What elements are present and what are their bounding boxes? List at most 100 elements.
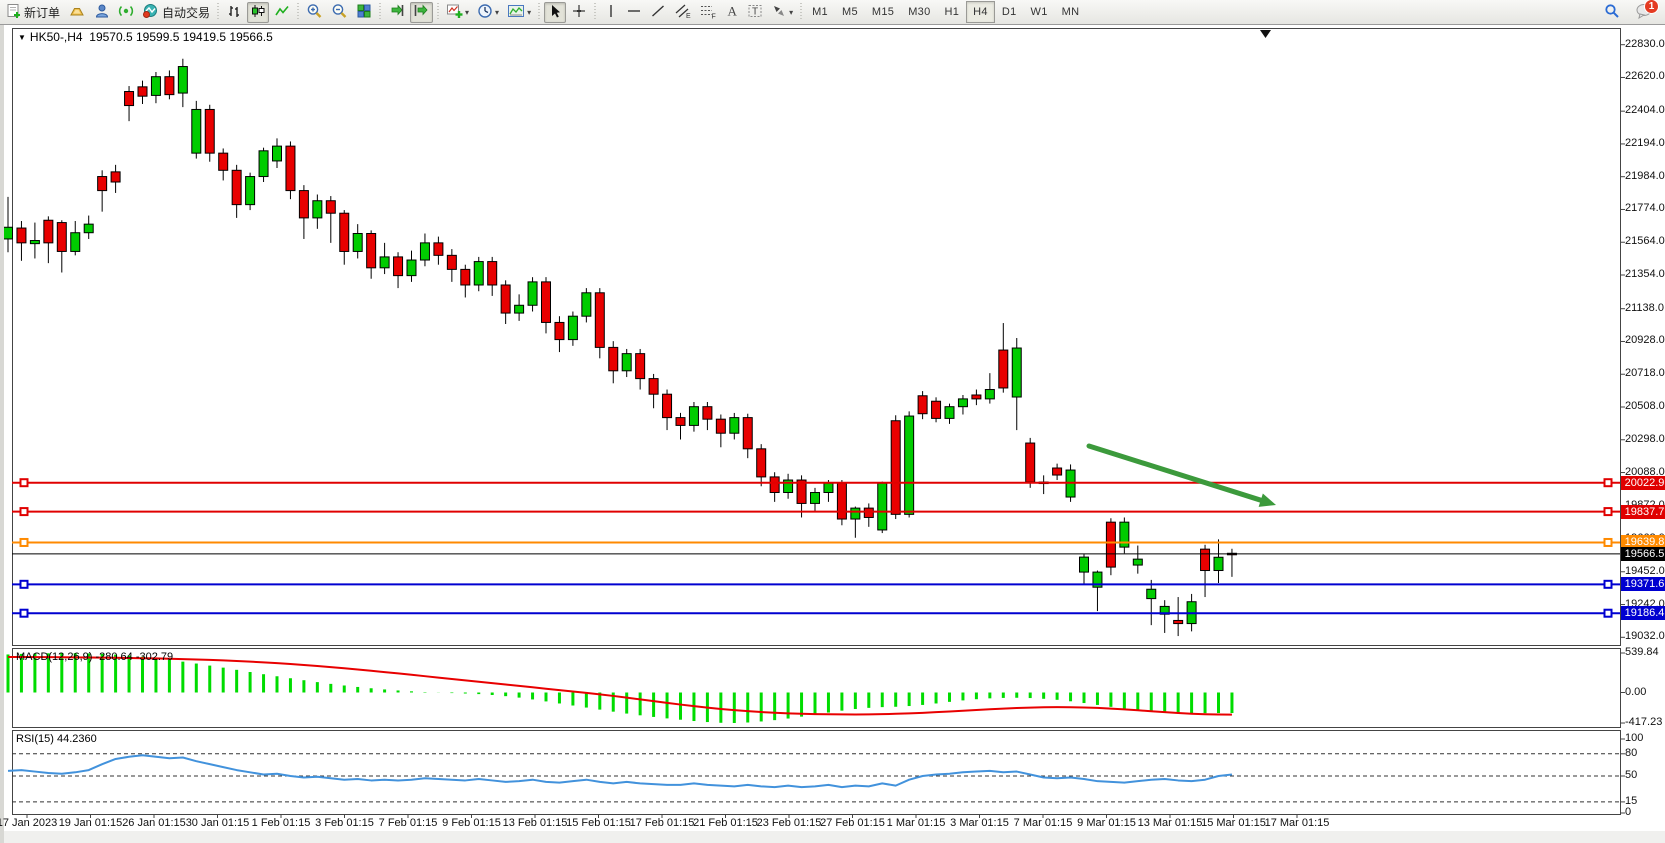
fibonacci-button[interactable]: F bbox=[696, 2, 719, 23]
candle-body bbox=[945, 407, 954, 419]
candle-body bbox=[851, 508, 860, 519]
candle-body bbox=[649, 379, 658, 395]
candle-body bbox=[326, 201, 335, 213]
price-axis-label: 21564.0 bbox=[1625, 235, 1665, 247]
timeframe-m15-button[interactable]: M15 bbox=[865, 1, 901, 23]
chevron-down-icon[interactable]: ▾ bbox=[789, 8, 793, 17]
zoom-in-button[interactable] bbox=[303, 2, 326, 23]
candle-body bbox=[353, 233, 362, 251]
chart-shift-button[interactable] bbox=[410, 2, 433, 23]
vertical-line-button[interactable] bbox=[600, 2, 621, 23]
cursor-button[interactable] bbox=[544, 2, 566, 23]
auto-scroll-icon bbox=[388, 3, 405, 22]
level-line-handle[interactable] bbox=[21, 581, 28, 588]
candle-body bbox=[1080, 557, 1089, 572]
horizontal-line-button[interactable] bbox=[623, 2, 645, 23]
candle-body bbox=[394, 257, 403, 276]
chevron-down-icon[interactable]: ▾ bbox=[527, 8, 531, 17]
candle-body bbox=[1214, 557, 1223, 570]
chevron-down-icon[interactable]: ▾ bbox=[495, 8, 499, 17]
level-line-handle[interactable] bbox=[1605, 479, 1612, 486]
trendline-button[interactable] bbox=[647, 2, 669, 23]
tile-windows-button[interactable] bbox=[353, 2, 375, 23]
candle-body bbox=[17, 228, 26, 243]
level-line-handle[interactable] bbox=[1605, 508, 1612, 515]
candle-body bbox=[905, 416, 914, 514]
notifications-button[interactable]: 1 bbox=[1632, 2, 1656, 23]
chevron-down-icon[interactable]: ▾ bbox=[465, 8, 469, 17]
new-order-icon bbox=[6, 3, 21, 22]
candle-body bbox=[299, 191, 308, 218]
new-order-button[interactable]: 新订单 bbox=[3, 2, 63, 23]
auto-scroll-button[interactable] bbox=[385, 2, 408, 23]
timeframe-d1-button[interactable]: D1 bbox=[995, 1, 1024, 23]
signal-button[interactable] bbox=[115, 2, 137, 23]
trader-icon bbox=[94, 3, 110, 22]
bar-chart-icon bbox=[226, 3, 242, 22]
level-line-handle[interactable] bbox=[21, 508, 28, 515]
candle-body bbox=[918, 396, 927, 414]
price-tag-20022.9: 20022.9 bbox=[1621, 476, 1665, 490]
level-line-handle[interactable] bbox=[21, 610, 28, 617]
candle-body bbox=[501, 285, 510, 313]
zoom-in-icon bbox=[306, 3, 323, 22]
candle-body bbox=[488, 262, 497, 285]
horizontal-line-icon bbox=[626, 3, 642, 22]
candle-body bbox=[232, 170, 241, 204]
candle-body bbox=[864, 508, 873, 517]
candle-body bbox=[622, 354, 631, 371]
rsi-axis-label: 80 bbox=[1625, 747, 1637, 759]
candle-body bbox=[407, 260, 416, 276]
templates-button[interactable]: ▾ bbox=[504, 2, 534, 23]
chart-symbol-header[interactable]: ▼HK50-,H4 19570.5 19599.5 19419.5 19566.… bbox=[18, 30, 273, 44]
candle-body bbox=[972, 395, 981, 399]
level-line-handle[interactable] bbox=[21, 539, 28, 546]
timeframe-w1-button[interactable]: W1 bbox=[1024, 1, 1055, 23]
candle-body bbox=[1053, 468, 1062, 475]
candle-body bbox=[999, 350, 1008, 388]
channel-button[interactable]: E bbox=[671, 2, 694, 23]
trader-button[interactable] bbox=[91, 2, 113, 23]
indicators-button[interactable]: ▾ bbox=[443, 2, 472, 23]
line-chart-button[interactable] bbox=[271, 2, 293, 23]
vertical-line-icon bbox=[604, 3, 618, 22]
arrows-button[interactable]: ▾ bbox=[768, 2, 796, 23]
candle-body bbox=[286, 146, 295, 190]
timeframe-m1-button[interactable]: M1 bbox=[805, 1, 835, 23]
toolbar-separator bbox=[296, 3, 300, 21]
price-axis-label: 21774.0 bbox=[1625, 202, 1665, 214]
level-line-handle[interactable] bbox=[21, 479, 28, 486]
level-line-handle[interactable] bbox=[1605, 581, 1612, 588]
zoom-out-button[interactable] bbox=[328, 2, 351, 23]
timeframe-h4-button[interactable]: H4 bbox=[966, 1, 995, 23]
search-button[interactable] bbox=[1601, 2, 1623, 23]
level-line-handle[interactable] bbox=[1605, 610, 1612, 617]
new-order-button-label: 新订单 bbox=[24, 4, 60, 21]
price-axis-label: 21354.0 bbox=[1625, 268, 1665, 280]
timeframe-m5-button[interactable]: M5 bbox=[835, 1, 865, 23]
text-icon: A bbox=[725, 3, 739, 22]
text-label-button[interactable]: T bbox=[744, 2, 766, 23]
candlestick-chart-button[interactable] bbox=[247, 2, 269, 23]
autotrading-button[interactable]: 自动交易 bbox=[139, 2, 213, 23]
svg-text:F: F bbox=[712, 13, 716, 19]
candle-body bbox=[1012, 348, 1021, 397]
candle-body bbox=[542, 282, 551, 323]
candle-body bbox=[30, 241, 39, 244]
crosshair-button[interactable] bbox=[568, 2, 590, 23]
level-line-handle[interactable] bbox=[1605, 539, 1612, 546]
timeframe-m30-button[interactable]: M30 bbox=[901, 1, 937, 23]
text-button[interactable]: A bbox=[721, 2, 742, 23]
chart-canvas[interactable] bbox=[4, 25, 1665, 843]
toolbar-separator bbox=[799, 3, 803, 21]
toolbar-separator bbox=[378, 3, 382, 21]
candle-body bbox=[568, 316, 577, 339]
timeframe-mn-button[interactable]: MN bbox=[1055, 1, 1087, 23]
signal-icon bbox=[118, 3, 134, 22]
bar-chart-button[interactable] bbox=[223, 2, 245, 23]
rsi-axis-label: 50 bbox=[1625, 769, 1637, 781]
timeframe-h1-button[interactable]: H1 bbox=[938, 1, 967, 23]
periods-button[interactable]: ▾ bbox=[474, 2, 502, 23]
gold-ingot-button[interactable] bbox=[65, 2, 89, 23]
candle-body bbox=[380, 257, 389, 268]
